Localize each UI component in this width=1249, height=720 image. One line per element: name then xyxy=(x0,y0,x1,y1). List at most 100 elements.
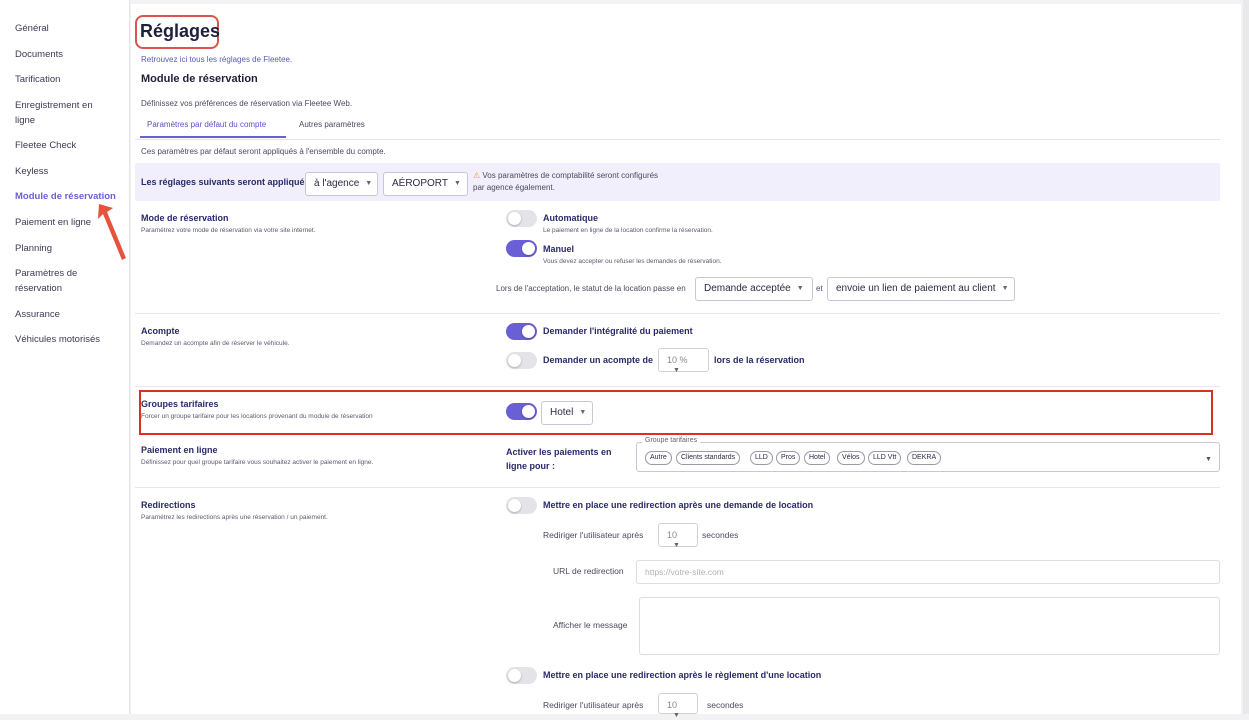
toggle-knob xyxy=(508,212,521,225)
seconds-label: secondes xyxy=(702,530,739,540)
seconds-label-2: secondes xyxy=(707,700,744,710)
reservation-mode-desc: Paramétrez votre mode de réservation via… xyxy=(141,227,316,234)
defaults-note: Ces paramètres par défaut seront appliqu… xyxy=(141,147,386,156)
module-title: Module de réservation xyxy=(141,73,258,85)
chevron-down-icon: ▼ xyxy=(796,285,804,292)
redirect-delay-value: 10 xyxy=(667,530,678,540)
partial-payment-label: Demander un acompte de xyxy=(543,355,654,365)
tab-default-settings[interactable]: Paramètres par défaut du compte xyxy=(147,120,266,129)
deposit-title: Acompte xyxy=(141,326,180,336)
redirect-delay-label: Rediriger l'utilisateur après xyxy=(543,530,644,540)
automatic-desc: Le paiement en ligne de la location conf… xyxy=(543,227,713,234)
banner-label: Les réglages suivants seront appliqués xyxy=(141,177,310,187)
warning-text: ⚠ Vos paramètres de comptabilité seront … xyxy=(473,170,663,194)
payment-redirect-toggle[interactable] xyxy=(506,667,537,684)
manual-label: Manuel xyxy=(543,244,575,254)
chip-dekra[interactable]: DEKRA xyxy=(907,451,942,465)
redirect-url-label: URL de redirection xyxy=(553,566,624,576)
chip-lld[interactable]: LLD xyxy=(750,451,773,465)
redirect-delay-select[interactable]: 10 ▼ xyxy=(658,523,698,549)
online-payment-desc: Définissez pour quel groupe tarifaire vo… xyxy=(141,459,374,466)
redirections-title: Redirections xyxy=(141,500,196,510)
chip-velos[interactable]: Vélos xyxy=(837,451,865,465)
warning-icon: ⚠ xyxy=(473,171,483,180)
message-textarea[interactable] xyxy=(639,597,1220,655)
agency-select[interactable]: AÉROPORT ▼ xyxy=(383,172,468,196)
action-select[interactable]: envoie un lien de paiement au client ▼ xyxy=(827,277,1015,301)
section-divider xyxy=(135,487,1220,488)
tab-other-settings[interactable]: Autres paramètres xyxy=(299,120,365,129)
module-desc: Définissez vos préférences de réservatio… xyxy=(141,99,353,108)
deposit-percent-select[interactable]: 10 % ▼ xyxy=(658,348,709,374)
sidebar-item-enregistrement[interactable]: Enregistrement en ligne xyxy=(15,98,100,128)
redirect-url-input[interactable]: https://votre-site.com xyxy=(636,560,1220,584)
manual-toggle[interactable] xyxy=(506,240,537,257)
request-redirect-label: Mettre en place une redirection après un… xyxy=(543,500,814,510)
partial-payment-toggle[interactable] xyxy=(506,352,537,369)
toggle-knob xyxy=(508,669,521,682)
toggle-knob xyxy=(522,405,535,418)
section-divider xyxy=(135,386,1220,387)
chip-hotel[interactable]: Hotel xyxy=(804,451,831,465)
multiselect-legend: Groupe tarifaires xyxy=(642,437,701,444)
and-text: et xyxy=(816,284,823,293)
activate-payment-label: Activer les paiements en ligne pour : xyxy=(506,447,612,471)
sidebar-item-fleetee-check[interactable]: Fleetee Check xyxy=(15,138,125,153)
chip-clients-standards[interactable]: Clients standards xyxy=(676,451,741,465)
tab-active-indicator xyxy=(140,136,286,138)
redirect-delay-label-2: Rediriger l'utilisateur après xyxy=(543,700,644,710)
chip-pros[interactable]: Pros xyxy=(776,451,801,465)
rate-groups-desc: Forcer un groupe tarifaire pour les loca… xyxy=(141,413,373,420)
sidebar-item-parametres-reservation[interactable]: Paramètres de réservation xyxy=(15,266,95,296)
automatic-label: Automatique xyxy=(543,213,598,223)
status-select-value: Demande acceptée xyxy=(704,283,791,294)
page-subtitle: Retrouvez ici tous les réglages de Fleet… xyxy=(141,55,293,64)
rate-group-select[interactable]: Hotel ▼ xyxy=(541,401,593,425)
annotation-arrow-icon xyxy=(98,204,126,260)
chevron-down-icon: ▼ xyxy=(365,180,373,187)
toggle-knob xyxy=(522,242,535,255)
toggle-knob xyxy=(508,354,521,367)
chevron-down-icon: ▼ xyxy=(673,542,680,549)
sidebar-item-documents[interactable]: Documents xyxy=(15,47,125,62)
partial-payment-suffix: lors de la réservation xyxy=(714,355,805,365)
deposit-percent-value: 10 % xyxy=(667,355,688,365)
chevron-down-icon: ▼ xyxy=(673,712,680,719)
full-payment-label: Demander l'intégralité du paiement xyxy=(543,326,693,336)
redirections-desc: Paramétrez les redirections après une ré… xyxy=(141,514,328,521)
sidebar-item-tarification[interactable]: Tarification xyxy=(15,72,125,87)
sidebar-item-vehicules[interactable]: Véhicules motorisés xyxy=(15,332,125,347)
full-payment-toggle[interactable] xyxy=(506,323,537,340)
redirect-delay-value-2: 10 xyxy=(667,700,678,710)
sidebar: Général Documents Tarification Enregistr… xyxy=(0,0,130,714)
acceptance-text: Lors de l'acceptation, le statut de la l… xyxy=(496,284,686,293)
chevron-down-icon: ▼ xyxy=(453,180,461,187)
scope-select-value: à l'agence xyxy=(314,178,360,189)
rate-group-select-value: Hotel xyxy=(550,407,574,418)
chevron-down-icon: ▼ xyxy=(579,409,587,416)
sidebar-item-general[interactable]: Général xyxy=(15,21,125,36)
page-title: Réglages xyxy=(140,21,221,41)
rate-groups-toggle[interactable] xyxy=(506,403,537,420)
redirect-delay-select-2[interactable]: 10 ▼ xyxy=(658,693,698,719)
message-label: Afficher le message xyxy=(553,620,628,630)
section-divider xyxy=(135,313,1220,314)
window-edge xyxy=(1243,0,1249,714)
payment-redirect-label: Mettre en place une redirection après le… xyxy=(543,670,822,680)
chevron-down-icon[interactable]: ▼ xyxy=(1205,456,1212,463)
request-redirect-toggle[interactable] xyxy=(506,497,537,514)
automatic-toggle[interactable] xyxy=(506,210,537,227)
chevron-down-icon: ▼ xyxy=(673,367,680,374)
status-select[interactable]: Demande acceptée ▼ xyxy=(695,277,813,301)
agency-select-value: AÉROPORT xyxy=(392,178,448,189)
toggle-knob xyxy=(508,499,521,512)
sidebar-item-keyless[interactable]: Keyless xyxy=(15,164,125,179)
chip-autre[interactable]: Autre xyxy=(645,451,672,465)
rate-groups-title: Groupes tarifaires xyxy=(141,399,219,409)
scope-select[interactable]: à l'agence ▼ xyxy=(305,172,378,196)
chip-lld-vtt[interactable]: LLD Vtt xyxy=(868,451,902,465)
sidebar-item-assurance[interactable]: Assurance xyxy=(15,307,125,322)
chevron-down-icon: ▼ xyxy=(1001,285,1009,292)
action-select-value: envoie un lien de paiement au client xyxy=(836,283,996,294)
online-payment-title: Paiement en ligne xyxy=(141,445,218,455)
